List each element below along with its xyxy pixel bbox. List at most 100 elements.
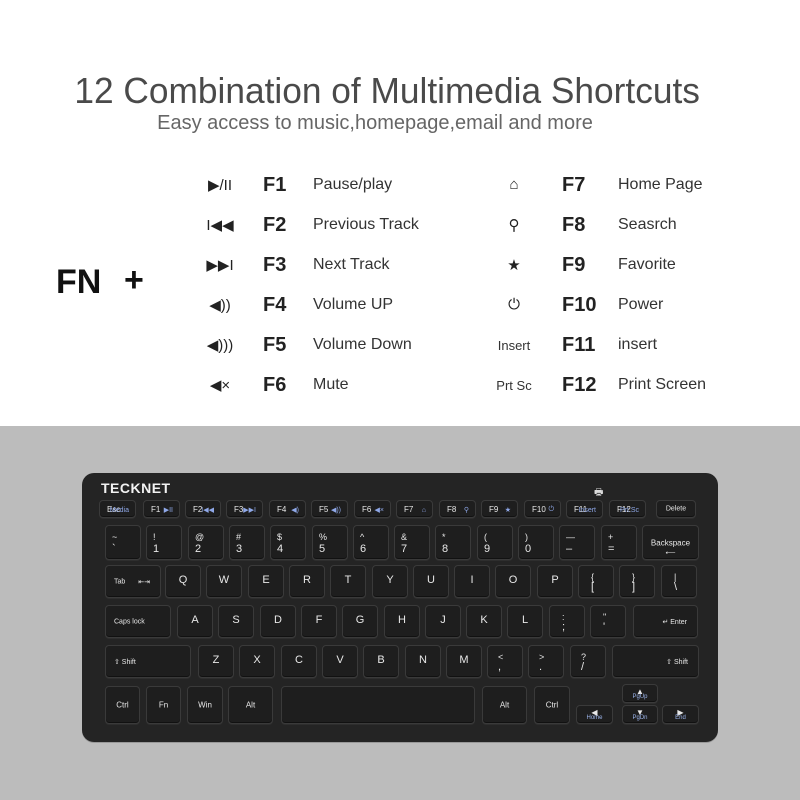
key-8[interactable]: * 8 [435, 525, 471, 560]
key-delete[interactable]: Delete [656, 500, 696, 518]
key-f3[interactable]: F3 ▶▶I [226, 500, 263, 518]
key-d[interactable]: D [260, 605, 296, 638]
key-space[interactable] [281, 686, 475, 724]
key-label: A [191, 614, 199, 626]
key-alt-left[interactable]: Alt [228, 686, 273, 724]
shortcut-key: F11 [562, 334, 596, 356]
key-label: / [581, 661, 585, 673]
power-icon: ⏻ [508, 296, 520, 313]
key-pgdn[interactable]: ▼ PgDn [622, 705, 658, 724]
key-label: V [336, 654, 344, 666]
key-7[interactable]: & 7 [394, 525, 430, 560]
key-n[interactable]: N [405, 645, 441, 678]
key-ctrl-left[interactable]: Ctrl [105, 686, 140, 724]
key-f8[interactable]: F8 ⚲ [439, 500, 476, 518]
key-f7[interactable]: F7 ⌂ [396, 500, 433, 518]
key-label: 3 [236, 543, 243, 555]
key-e[interactable]: E [248, 565, 284, 598]
key-9[interactable]: (9 [477, 525, 513, 560]
key-win[interactable]: Win [187, 686, 223, 724]
key-fn-label: Media [109, 507, 129, 514]
key-f2[interactable]: F2 I◀◀ [185, 500, 221, 518]
key-f12[interactable]: F12 Prt Sc [609, 500, 646, 518]
key-f9[interactable]: F9 ★ [481, 500, 518, 518]
key-sym[interactable]: <, [487, 645, 523, 678]
key-sym[interactable]: " ' [590, 605, 626, 638]
key-k[interactable]: K [466, 605, 502, 638]
key-home[interactable]: ◀ Home [576, 705, 613, 724]
key-label: 8 [442, 543, 449, 555]
key-label: 7 [401, 543, 408, 555]
key-end[interactable]: ▶ End [662, 705, 699, 724]
key-backspace[interactable]: Backspace ⟵ [642, 525, 699, 560]
key-caps-lock[interactable]: Caps lock [105, 605, 171, 638]
key-pgup[interactable]: ▲ PgUp [622, 684, 658, 703]
shortcut-row: ★ F9 Favorite [0, 252, 800, 282]
key-0[interactable]: ) 0 [518, 525, 554, 560]
key-label: ⇧ Shift [666, 658, 688, 666]
key-enter[interactable]: ↵ Enter [633, 605, 698, 638]
shortcut-key: F10 [562, 294, 597, 316]
key-5[interactable]: % 5 [312, 525, 348, 560]
key-f11[interactable]: F11 Insert [566, 500, 603, 518]
insert-label: Insert [497, 338, 531, 353]
key-x[interactable]: X [239, 645, 275, 678]
key-i[interactable]: I [454, 565, 490, 598]
key-esc[interactable]: Esc Media [99, 500, 136, 518]
key-label: F6 [362, 505, 372, 514]
key-sym[interactable]: ? / [570, 645, 606, 678]
key-r[interactable]: R [289, 565, 325, 598]
key-sym[interactable]: {[ [578, 565, 614, 598]
key-alt-right[interactable]: Alt [482, 686, 527, 724]
key-b[interactable]: B [363, 645, 399, 678]
shortcut-key: F7 [562, 174, 586, 196]
key-3[interactable]: #3 [229, 525, 265, 560]
key-label: W [218, 574, 230, 586]
key-u[interactable]: U [413, 565, 449, 598]
key-f10[interactable]: F10 ⏻ [524, 500, 561, 518]
key-w[interactable]: W [206, 565, 242, 598]
key-shift-right[interactable]: ⇧ Shift [612, 645, 699, 678]
key-tab[interactable]: Tab ⇤⇥ [105, 565, 161, 598]
key-fn[interactable]: Fn [146, 686, 181, 724]
key-1[interactable]: ! 1 [146, 525, 182, 560]
key-sym[interactable]: >. [528, 645, 564, 678]
key-j[interactable]: J [425, 605, 461, 638]
key-shift-label: ( [484, 532, 487, 542]
key-–[interactable]: — – [559, 525, 595, 560]
key-sym[interactable]: :; [549, 605, 585, 638]
key-6[interactable]: ^ 6 [353, 525, 389, 560]
key-q[interactable]: Q [165, 565, 201, 598]
key-sym[interactable]: }] [619, 565, 655, 598]
shortcut-row: ⚲ F8 Seasrch [0, 212, 800, 242]
key-c[interactable]: C [281, 645, 317, 678]
key-y[interactable]: Y [372, 565, 408, 598]
key-label: Z [212, 654, 220, 666]
key-label: I [470, 574, 474, 586]
key-s[interactable]: S [218, 605, 254, 638]
key-g[interactable]: G [342, 605, 378, 638]
key-f6[interactable]: F6 ◀× [354, 500, 391, 518]
key-2[interactable]: @2 [188, 525, 224, 560]
key-m[interactable]: M [446, 645, 482, 678]
key-f[interactable]: F [301, 605, 337, 638]
key-label: D [274, 614, 282, 626]
key-p[interactable]: P [537, 565, 573, 598]
key-o[interactable]: O [495, 565, 531, 598]
key-z[interactable]: Z [198, 645, 234, 678]
key-`[interactable]: ~ ` [105, 525, 141, 560]
key-=[interactable]: + = [601, 525, 637, 560]
key-v[interactable]: V [322, 645, 358, 678]
key-4[interactable]: $4 [270, 525, 306, 560]
key-label: R [303, 574, 311, 586]
key-ctrl-right[interactable]: Ctrl [534, 686, 570, 724]
key-sym[interactable]: | \ [661, 565, 697, 598]
key-h[interactable]: H [384, 605, 420, 638]
key-l[interactable]: L [507, 605, 543, 638]
key-f1[interactable]: F1 ▶II [143, 500, 180, 518]
key-shift-left[interactable]: ⇧ Shift [105, 645, 191, 678]
key-a[interactable]: A [177, 605, 213, 638]
key-f4[interactable]: F4 ◀) [269, 500, 306, 518]
key-t[interactable]: T [330, 565, 366, 598]
key-f5[interactable]: F5 ◀)) [311, 500, 348, 518]
